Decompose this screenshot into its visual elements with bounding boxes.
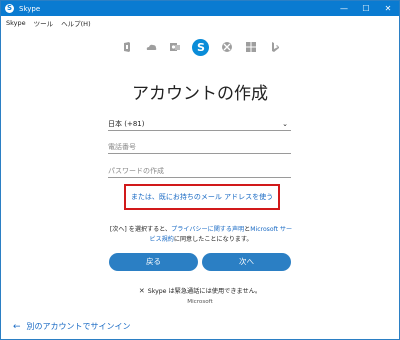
menu-bar: Skype ツール ヘルプ(H) [1, 16, 399, 29]
skype-window: S Skype — ☐ ✕ Skype ツール ヘルプ(H) S アカウントの作… [0, 0, 400, 340]
email-link-highlight: または、既にお持ちのメール アドレスを使う [124, 184, 280, 210]
microsoft-brand-bar: S [121, 35, 281, 59]
title-bar[interactable]: S Skype — ☐ ✕ [1, 1, 399, 16]
no-emergency-call-icon: ✕ [138, 287, 145, 295]
use-email-link[interactable]: または、既にお持ちのメール アドレスを使う [131, 192, 273, 202]
menu-skype[interactable]: Skype [6, 19, 26, 27]
emergency-notice-text: Skype は緊急通話には使用できません。 [147, 288, 262, 295]
next-button[interactable]: 次へ [202, 253, 291, 271]
window-title: Skype [19, 4, 41, 13]
maximize-button[interactable]: ☐ [355, 1, 377, 16]
arrow-left-icon: ← [13, 321, 21, 332]
phone-number-field[interactable]: 電話番号 [108, 140, 291, 154]
menu-tools[interactable]: ツール [34, 18, 54, 28]
window-controls: — ☐ ✕ [333, 1, 399, 16]
outlook-icon [169, 41, 181, 53]
terms-text-pre: [次へ] を選択すると、 [109, 226, 172, 233]
minimize-button[interactable]: — [333, 1, 355, 16]
page-title: アカウントの作成 [132, 84, 268, 104]
bing-icon [269, 41, 281, 53]
country-code-value: 日本 (+81) [108, 120, 145, 128]
emergency-notice: ✕ Skype は緊急通話には使用できません。 [1, 286, 399, 295]
windows-icon [245, 41, 257, 53]
password-field[interactable]: パスワードの作成 [108, 164, 291, 178]
close-button[interactable]: ✕ [377, 1, 399, 16]
terms-text-post: に同意したことになります。 [173, 236, 253, 243]
chevron-down-icon: ⌄ [282, 120, 288, 128]
microsoft-footer: Microsoft [187, 299, 213, 305]
signin-other-account-label: 別のアカウントでサインイン [26, 322, 131, 331]
back-button[interactable]: 戻る [109, 253, 198, 271]
skype-logo-icon: S [5, 4, 14, 13]
xbox-icon [221, 41, 233, 53]
office-icon [121, 41, 133, 53]
privacy-statement-link[interactable]: プライバシーに関する声明 [171, 226, 244, 233]
skype-icon: S [192, 38, 210, 56]
country-code-select[interactable]: 日本 (+81) ⌄ [108, 117, 291, 131]
terms-notice: [次へ] を選択すると、プライバシーに関する声明とMicrosoft サービス規… [108, 225, 294, 245]
signin-other-account-link[interactable]: ← 別のアカウントでサインイン [13, 321, 131, 332]
menu-help[interactable]: ヘルプ(H) [61, 18, 90, 28]
onedrive-icon [145, 41, 157, 53]
